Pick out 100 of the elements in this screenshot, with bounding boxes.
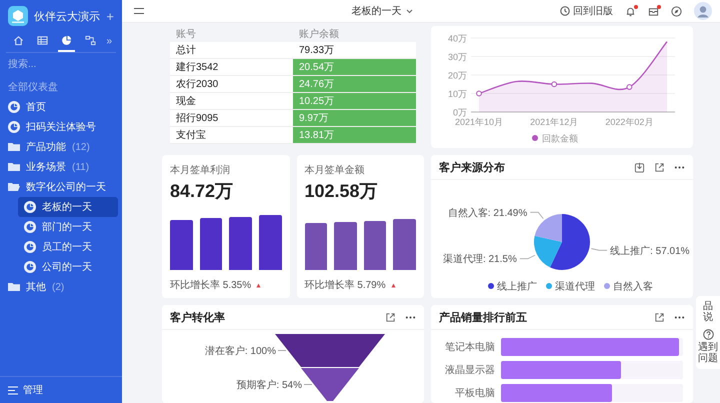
growth-rate: 环比增长率 5.79% bbox=[304, 278, 386, 292]
item-count: (2) bbox=[52, 282, 64, 292]
table-cell: 24.76万 bbox=[293, 76, 416, 92]
leader-line bbox=[530, 212, 544, 219]
column-header: 账号 bbox=[175, 28, 197, 42]
axis-label: 20万 bbox=[448, 70, 467, 80]
axis-label: 2021年12月 bbox=[530, 117, 578, 127]
sidebar-item[interactable]: 业务场景 (11) bbox=[0, 157, 118, 177]
data-label: 线上推广: 57.01% bbox=[610, 246, 690, 257]
kpi-value: 102.58万 bbox=[304, 180, 379, 203]
item-count: (12) bbox=[72, 142, 90, 152]
open-external-icon[interactable] bbox=[385, 312, 396, 322]
history-icon bbox=[560, 6, 570, 16]
pie-chart-icon bbox=[61, 35, 72, 46]
category-label: 笔记本电脑 bbox=[444, 340, 495, 354]
sidebar-item[interactable]: 部门的一天 bbox=[18, 217, 118, 237]
help-icon bbox=[702, 329, 714, 340]
table-cell: 9.97万 bbox=[293, 110, 416, 126]
kpi-title: 本月签单金额 bbox=[304, 164, 366, 177]
card-title: 客户来源分布 bbox=[439, 160, 506, 174]
old-version-link[interactable]: 回到旧版 bbox=[560, 4, 613, 18]
search-field[interactable]: 搜索... bbox=[0, 53, 116, 74]
sidebar-item[interactable]: 其他 (2) bbox=[0, 277, 118, 297]
sidebar-item[interactable]: 员工的一天 bbox=[18, 237, 118, 257]
dashboard-icon bbox=[8, 101, 20, 113]
dashboard-icon bbox=[24, 261, 36, 273]
leader-line bbox=[304, 384, 312, 385]
category-label: 平板电脑 bbox=[454, 386, 495, 400]
table-cell-text: 总计 bbox=[175, 44, 197, 58]
table-cell-text: 79.33万 bbox=[298, 44, 336, 58]
axis-label: 30万 bbox=[448, 52, 467, 62]
kpi-value: 84.72万 bbox=[170, 180, 234, 203]
table-cell-text: 支付宝 bbox=[175, 128, 207, 143]
open-external-icon[interactable] bbox=[654, 312, 665, 322]
bell-icon[interactable] bbox=[625, 6, 636, 16]
home-icon bbox=[13, 35, 24, 46]
leader-line bbox=[590, 248, 608, 251]
dashboard-title-dropdown[interactable]: 老板的一天 bbox=[204, 4, 560, 18]
flow-icon bbox=[85, 35, 96, 46]
compass-icon[interactable] bbox=[671, 6, 682, 16]
table-icon bbox=[37, 35, 48, 46]
category-label: 液晶显示器 bbox=[444, 364, 495, 377]
column-header: 账户余额 bbox=[298, 28, 340, 42]
legend-label: 自然入客 bbox=[613, 280, 653, 292]
card-title: 产品销量排行前五 bbox=[439, 310, 528, 324]
item-count: (11) bbox=[72, 162, 90, 172]
growth-rate: 环比增长率 5.35% bbox=[170, 278, 252, 292]
table-cell: 13.81万 bbox=[293, 127, 416, 143]
data-label: 预期客户: 54% bbox=[236, 380, 302, 391]
more-tabs-button[interactable]: » bbox=[106, 36, 112, 46]
table-cell: 10.25万 bbox=[293, 93, 416, 109]
help-button[interactable]: 遇到问题 bbox=[698, 329, 718, 364]
feedback-button[interactable]: 品说 bbox=[703, 301, 713, 323]
legend-item: 回款金额 bbox=[532, 134, 578, 144]
table-cell-text: 现金 bbox=[175, 95, 197, 109]
legend-item: 渠道代理 bbox=[546, 282, 595, 292]
sidebar-item[interactable]: 首页 bbox=[0, 97, 118, 117]
brand-logo-icon bbox=[8, 6, 28, 26]
axis-label: 0万 bbox=[452, 108, 467, 118]
data-label: 潜在客户: 100% bbox=[204, 346, 276, 357]
dashboard-icon bbox=[8, 121, 20, 133]
axis-label: 2022年02月 bbox=[605, 117, 654, 127]
menu-icon bbox=[8, 386, 18, 394]
dashboard-icon bbox=[24, 241, 36, 253]
sidebar-item[interactable]: 扫码关注体验号 bbox=[0, 117, 118, 137]
sidebar-item[interactable]: 老板的一天 bbox=[18, 197, 118, 217]
dashboard-icon bbox=[24, 201, 36, 213]
leader-line bbox=[278, 350, 286, 351]
data-label: 自然入客: 21.49% bbox=[448, 208, 528, 219]
dashboard-icon bbox=[24, 221, 36, 233]
table-cell: 20.54万 bbox=[293, 59, 416, 75]
table-cell-text: 招行9095 bbox=[175, 112, 220, 126]
axis-label: 40万 bbox=[448, 34, 467, 44]
manage-button[interactable]: 管理 bbox=[0, 376, 122, 403]
open-external-icon[interactable] bbox=[654, 162, 665, 172]
menu-icon[interactable] bbox=[134, 7, 144, 15]
download-icon[interactable] bbox=[634, 162, 645, 172]
data-point bbox=[551, 81, 558, 88]
legend-label: 渠道代理 bbox=[555, 280, 595, 292]
card-title: 客户转化率 bbox=[170, 310, 226, 324]
inbox-icon[interactable] bbox=[648, 6, 659, 16]
kpi-title: 本月签单利润 bbox=[170, 164, 231, 177]
legend-item: 线上推广 bbox=[488, 282, 537, 292]
section-label: 全部仪表盘 bbox=[7, 80, 59, 95]
table-cell-text: 农行2030 bbox=[175, 78, 220, 92]
avatar-icon[interactable] bbox=[694, 2, 712, 20]
add-button[interactable]: + bbox=[106, 8, 114, 24]
axis-label: 2021年10月 bbox=[454, 117, 504, 127]
sidebar-item[interactable]: 公司的一天 bbox=[18, 257, 118, 277]
data-label: 渠道代理: 21.5% bbox=[442, 254, 517, 266]
axis-label: 10万 bbox=[448, 89, 467, 99]
chevron-down-icon bbox=[406, 8, 412, 14]
legend-label: 线上推广 bbox=[497, 280, 537, 292]
data-point bbox=[476, 90, 482, 96]
leader-line bbox=[519, 254, 536, 260]
sidebar-item[interactable]: 数字化公司的一天 bbox=[0, 177, 118, 197]
sidebar-item[interactable]: 产品功能 (12) bbox=[0, 137, 118, 157]
legend-item: 自然入客 bbox=[604, 282, 653, 292]
legend-label: 回款金额 bbox=[542, 134, 578, 144]
table-cell-text: 建行3542 bbox=[175, 60, 220, 75]
